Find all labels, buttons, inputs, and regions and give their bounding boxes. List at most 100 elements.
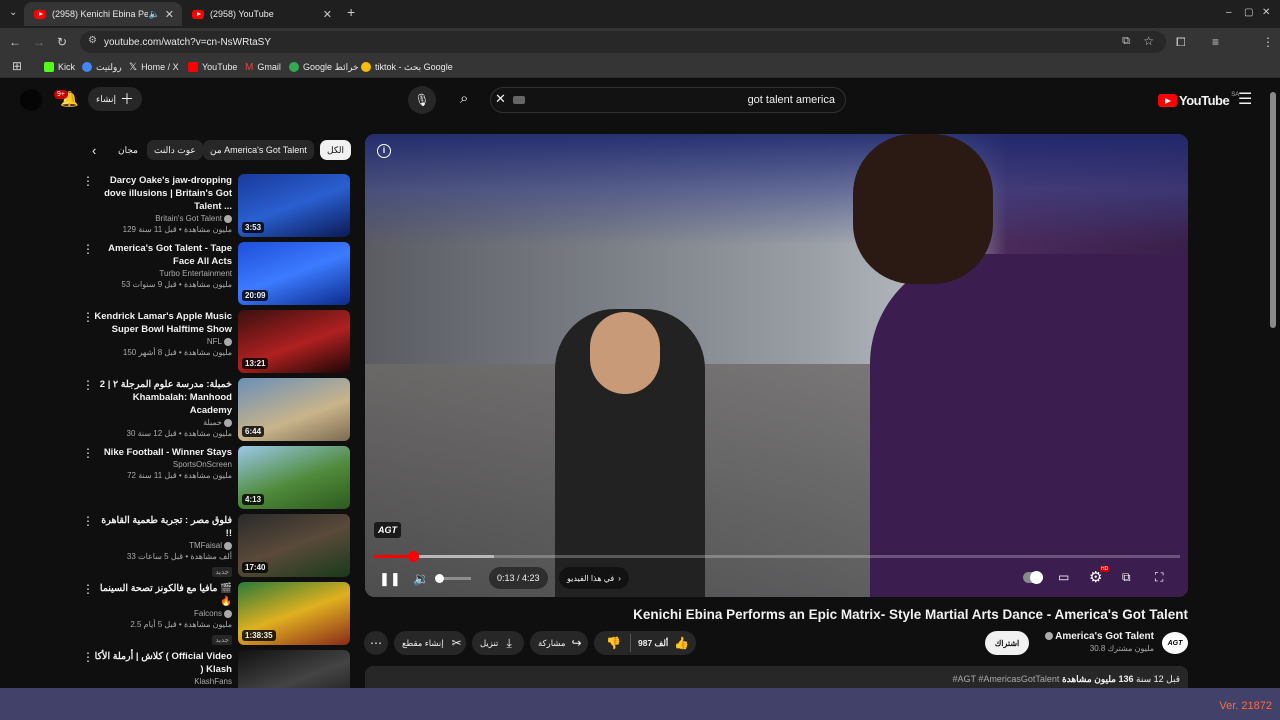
more-options-icon[interactable]: ⋮ bbox=[82, 515, 94, 527]
bookmark-maps[interactable]: Google خرائط bbox=[289, 60, 359, 74]
recommendation-thumbnail[interactable]: 20:09 bbox=[238, 242, 350, 305]
fullscreen-icon[interactable]: ⛶ bbox=[1155, 570, 1163, 585]
share-button[interactable]: مشاركة ↪ bbox=[530, 631, 588, 655]
chip-free[interactable]: مجان bbox=[115, 140, 141, 160]
more-options-icon[interactable]: ⋮ bbox=[82, 379, 94, 391]
info-icon[interactable]: i bbox=[377, 144, 391, 158]
recommendation-thumbnail[interactable]: 4:13 bbox=[238, 446, 350, 509]
chapter-button[interactable]: في هذا الفيديو › bbox=[559, 567, 629, 589]
maximize-icon[interactable]: ▢ bbox=[1244, 6, 1253, 20]
like-count[interactable]: 987 ألف bbox=[638, 638, 668, 649]
recommendation-item[interactable]: ⋮ فلوق مصر : تجربة طعمية القاهرة !! TMFais… bbox=[80, 514, 350, 578]
download-button[interactable]: تنزيل ⤓ bbox=[472, 631, 524, 655]
chip-from-channel[interactable]: من America's Got Talent bbox=[203, 140, 314, 160]
recommendation-title[interactable]: Nike Football - Winner Stays bbox=[94, 446, 232, 459]
recommendation-thumbnail[interactable]: 13:21 bbox=[238, 310, 350, 373]
subtitles-icon[interactable]: ▭ bbox=[1058, 570, 1069, 584]
more-options-icon[interactable]: ⋮ bbox=[82, 651, 94, 663]
guide-menu-icon[interactable]: ☰ bbox=[1238, 89, 1252, 109]
hashtags[interactable]: #AGT #AmericasGotTalent bbox=[953, 674, 1060, 684]
volume-icon[interactable]: 🔉 bbox=[413, 571, 429, 587]
more-options-icon[interactable]: ⋮ bbox=[82, 175, 94, 187]
recommendation-item[interactable]: ⋮ مافيا مع فالكونز تصحة السينما 🎬 🔥 Falcon… bbox=[80, 582, 350, 646]
recommendation-title[interactable]: America's Got Talent - Tape Face All Act… bbox=[94, 242, 232, 268]
channel-name[interactable]: America's Got Talent bbox=[1055, 631, 1154, 642]
extensions-icon[interactable]: ⧠ bbox=[1176, 35, 1186, 49]
volume-knob[interactable] bbox=[435, 574, 444, 583]
recommendation-channel[interactable]: SportsOnScreen bbox=[94, 460, 232, 469]
pause-icon[interactable]: ❚❚ bbox=[379, 571, 401, 587]
minimize-icon[interactable]: – bbox=[1226, 6, 1232, 20]
recommendation-title[interactable]: Darcy Oake's jaw-dropping dove illusions… bbox=[94, 174, 232, 213]
search-icon[interactable]: ⌕ bbox=[460, 90, 468, 107]
speaker-icon[interactable]: 🔈 bbox=[149, 9, 160, 20]
voice-search-button[interactable]: 🎙 bbox=[408, 86, 436, 114]
recommendation-title[interactable]: فلوق مصر : تجربة طعمية القاهرة !! bbox=[94, 514, 232, 540]
more-options-icon[interactable]: ⋮ bbox=[82, 243, 94, 255]
more-options-icon[interactable]: ⋮ bbox=[82, 583, 94, 595]
chips-prev-icon[interactable]: ‹ bbox=[92, 143, 96, 158]
scrubber-knob[interactable] bbox=[407, 551, 419, 562]
more-options-icon[interactable]: ⋮ bbox=[82, 447, 94, 459]
channel-name-row[interactable]: America's Got Talent bbox=[1043, 631, 1154, 642]
recommendation-item[interactable]: ⋮ خمبلة: مدرسة علوم المرجلة ٢ | 2 Khambal… bbox=[80, 378, 350, 442]
recommendation-thumbnail[interactable]: 17:40 bbox=[238, 514, 350, 577]
cast-icon[interactable]: ⧉ bbox=[1122, 35, 1130, 48]
search-input[interactable]: ✕ got talent america bbox=[490, 87, 846, 113]
close-tab-icon[interactable]: ✕ bbox=[323, 8, 332, 21]
bookmark-google[interactable]: رولتيت bbox=[82, 60, 122, 74]
autoplay-toggle[interactable] bbox=[1023, 571, 1043, 584]
clip-button[interactable]: إنشاء مقطع ✂ bbox=[394, 631, 466, 655]
dislike-icon[interactable]: 👎 bbox=[606, 636, 621, 650]
media-icon[interactable]: ≡ bbox=[1212, 35, 1219, 49]
tab-youtube[interactable]: (2958) YouTube ✕ bbox=[182, 2, 340, 26]
new-tab-button[interactable]: + bbox=[347, 5, 355, 19]
recommendation-channel[interactable]: Turbo Entertainment bbox=[94, 269, 232, 278]
recommendation-item[interactable]: ⋮ Kendrick Lamar's Apple Music Super Bowl… bbox=[80, 310, 350, 374]
site-info-icon[interactable]: ⚙ bbox=[88, 35, 97, 46]
volume-slider[interactable] bbox=[435, 574, 471, 583]
clear-search-icon[interactable]: ✕ bbox=[495, 91, 506, 107]
recommendation-item[interactable]: ⋮ Darcy Oake's jaw-dropping dove illusion… bbox=[80, 174, 350, 238]
apps-grid-icon[interactable]: ⊞ bbox=[12, 59, 22, 73]
recommendation-channel[interactable]: KlashFans bbox=[94, 677, 232, 686]
more-options-icon[interactable]: ⋮ bbox=[82, 311, 94, 323]
back-icon[interactable]: ← bbox=[9, 35, 21, 49]
tab-video[interactable]: (2958) Kenichi Ebina Perform 🔈 ✕ bbox=[24, 2, 182, 26]
recommendation-item[interactable]: ⋮ Nike Football - Winner Stays SportsOnScr… bbox=[80, 446, 350, 510]
recommendation-title[interactable]: خمبلة: مدرسة علوم المرجلة ٢ | 2 Khambala… bbox=[94, 378, 232, 417]
avatar[interactable] bbox=[20, 89, 42, 111]
bookmark-gmail[interactable]: M Gmail bbox=[245, 60, 281, 74]
bookmark-x[interactable]: 𝕏 Home / X bbox=[129, 60, 179, 74]
recommendation-channel[interactable]: TMFaisal bbox=[94, 541, 232, 550]
video-player[interactable]: i AGT ❚❚ 🔉 0:13 / 4:23 في هذا الفيديو › ▭… bbox=[365, 134, 1188, 597]
recommendation-thumbnail[interactable]: 6:44 bbox=[238, 378, 350, 441]
recommendation-title[interactable]: كلاش | أرملة الأكا ( Official Video ) Kl… bbox=[94, 650, 232, 676]
recommendation-title[interactable]: Kendrick Lamar's Apple Music Super Bowl … bbox=[94, 310, 232, 336]
close-tab-icon[interactable]: ✕ bbox=[165, 8, 174, 21]
recommendation-title[interactable]: مافيا مع فالكونز تصحة السينما 🎬 🔥 bbox=[94, 582, 232, 608]
bookmark-kick[interactable]: Kick bbox=[44, 60, 75, 74]
create-button[interactable]: إنشاء ＋ bbox=[88, 87, 142, 111]
recommendation-channel[interactable]: NFL bbox=[94, 337, 232, 346]
close-window-icon[interactable]: ✕ bbox=[1262, 6, 1270, 20]
recommendation-channel[interactable]: خمبلة bbox=[94, 418, 232, 427]
subscribe-button[interactable]: اشتراك bbox=[985, 631, 1029, 655]
address-bar[interactable]: ⚙ youtube.com/watch?v=cn-NsWRtaSY ⧉ ☆ bbox=[80, 31, 1166, 53]
youtube-logo[interactable]: YouTube SA bbox=[1158, 92, 1239, 108]
bookmark-youtube[interactable]: YouTube bbox=[188, 60, 237, 74]
like-icon[interactable]: 👍 bbox=[674, 636, 689, 650]
recommendation-channel[interactable]: Britain's Got Talent bbox=[94, 214, 232, 223]
more-actions-icon[interactable]: ⋯ bbox=[364, 631, 388, 655]
page-scrollbar[interactable] bbox=[1270, 92, 1276, 328]
forward-icon[interactable]: → bbox=[33, 35, 45, 49]
recommendation-thumbnail[interactable]: 3:53 bbox=[238, 174, 350, 237]
bookmark-star-icon[interactable]: ☆ bbox=[1143, 34, 1154, 48]
chip-related[interactable]: عوت دالنت bbox=[147, 140, 203, 160]
tab-search-icon[interactable]: ⌄ bbox=[9, 6, 17, 20]
progress-bar[interactable] bbox=[373, 551, 1180, 562]
recommendation-thumbnail[interactable]: 1:38:35 bbox=[238, 582, 350, 645]
reload-icon[interactable]: ↻ bbox=[57, 35, 67, 49]
recommendation-item[interactable]: ⋮ America's Got Talent - Tape Face All Ac… bbox=[80, 242, 350, 306]
channel-avatar[interactable]: AGT bbox=[1162, 632, 1188, 654]
